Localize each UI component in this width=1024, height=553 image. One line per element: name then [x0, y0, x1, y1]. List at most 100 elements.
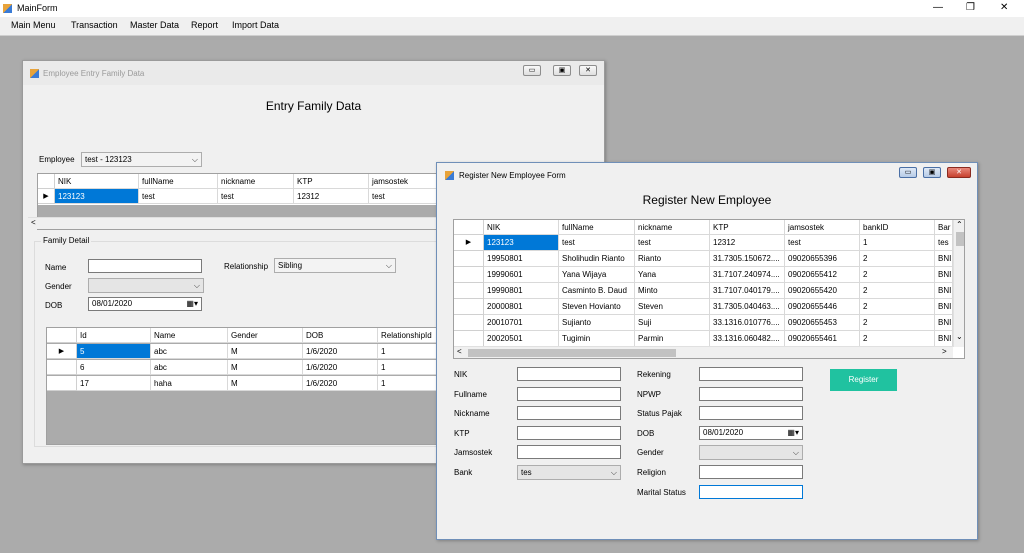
table-cell[interactable]: 12312 [710, 235, 785, 251]
table-cell[interactable]: 20000801 [484, 299, 559, 315]
table-cell[interactable]: 09020655453 [785, 315, 860, 331]
fullname-input[interactable] [517, 386, 621, 401]
window-maximize-button[interactable]: ▣ [923, 167, 941, 178]
table-cell[interactable]: 2 [860, 251, 935, 267]
table-cell[interactable]: 2 [860, 315, 935, 331]
gender-select[interactable]: ⌵ [88, 278, 204, 293]
name-input[interactable] [88, 259, 202, 273]
col-header[interactable]: KTP [710, 220, 785, 235]
table-cell[interactable]: Suji [635, 315, 710, 331]
table-cell[interactable]: M [228, 376, 303, 391]
table-cell[interactable]: 6 [77, 360, 151, 375]
npwp-input[interactable] [699, 386, 803, 401]
table-cell[interactable]: 5 [77, 344, 151, 359]
table-cell[interactable]: M [228, 344, 303, 359]
col-header[interactable]: fullName [139, 174, 218, 189]
col-header[interactable]: Gender [228, 328, 303, 343]
table-cell[interactable]: Tugimin [559, 331, 635, 347]
table-cell[interactable]: Casminto B. Daud [559, 283, 635, 299]
table-cell[interactable]: Sholihudin Rianto [559, 251, 635, 267]
horizontal-scrollbar[interactable]: < [28, 217, 438, 229]
table-cell[interactable]: 1/6/2020 [303, 376, 378, 391]
rekening-input[interactable] [699, 367, 803, 381]
table-cell[interactable]: BNI [935, 315, 953, 331]
table-cell[interactable]: 1 [860, 235, 935, 251]
col-header[interactable]: Name [151, 328, 228, 343]
table-cell[interactable]: 2 [860, 299, 935, 315]
col-header[interactable]: KTP [294, 174, 369, 189]
table-cell[interactable]: BNI [935, 299, 953, 315]
religion-input[interactable] [699, 465, 803, 479]
table-cell[interactable]: 20010701 [484, 315, 559, 331]
table-cell[interactable]: Yana [635, 267, 710, 283]
window-close-button[interactable]: ✕ [947, 167, 971, 178]
table-cell[interactable]: 31.7305.150672.... [710, 251, 785, 267]
table-cell[interactable]: BNI [935, 331, 953, 347]
window-minimize-button[interactable]: ▭ [899, 167, 917, 178]
chevron-down-icon[interactable]: ⌄ [956, 332, 963, 341]
dob-picker[interactable]: 08/01/2020 ▦▾ [88, 297, 202, 311]
table-cell[interactable]: test [785, 235, 860, 251]
table-cell[interactable]: Sujianto [559, 315, 635, 331]
table-cell[interactable]: 19990801 [484, 283, 559, 299]
window-close-button[interactable]: ✕ [579, 65, 597, 76]
table-cell[interactable]: Rianto [635, 251, 710, 267]
col-header[interactable]: nickname [635, 220, 710, 235]
maximize-icon[interactable]: ❐ [966, 2, 975, 13]
menu-main-menu[interactable]: Main Menu [11, 20, 56, 30]
menu-report[interactable]: Report [191, 20, 218, 30]
close-icon[interactable]: ✕ [1000, 2, 1008, 13]
dob-picker[interactable]: 08/01/2020 ▦▾ [699, 425, 803, 440]
table-cell[interactable]: abc [151, 344, 228, 359]
col-header[interactable]: bankID [860, 220, 935, 235]
table-cell[interactable]: 1/6/2020 [303, 344, 378, 359]
col-header[interactable]: nickname [218, 174, 294, 189]
calendar-icon[interactable]: ▦▾ [787, 427, 799, 439]
menu-transaction[interactable]: Transaction [71, 20, 118, 30]
nickname-input[interactable] [517, 406, 621, 421]
table-cell[interactable]: 09020655412 [785, 267, 860, 283]
calendar-icon[interactable]: ▦▾ [186, 298, 198, 310]
table-cell[interactable]: test [559, 235, 635, 251]
table-cell[interactable]: test [139, 189, 218, 204]
table-cell[interactable]: 09020655446 [785, 299, 860, 315]
table-cell[interactable]: 2 [860, 331, 935, 347]
table-cell[interactable]: test [218, 189, 294, 204]
table-cell[interactable]: BNI [935, 251, 953, 267]
col-header[interactable]: NIK [55, 174, 139, 189]
scroll-thumb[interactable] [956, 232, 964, 246]
col-header[interactable]: Bar [935, 220, 953, 235]
status-pajak-input[interactable] [699, 406, 803, 421]
table-cell[interactable]: Steven Hovianto [559, 299, 635, 315]
chevron-left-icon[interactable]: < [457, 347, 462, 356]
bank-select[interactable]: tes ⌵ [517, 465, 621, 480]
relationship-select[interactable]: Sibling ⌵ [274, 258, 396, 273]
chevron-right-icon[interactable]: > [942, 347, 947, 356]
table-cell[interactable]: 31.7305.040463.... [710, 299, 785, 315]
scroll-thumb[interactable] [468, 349, 676, 357]
col-header[interactable]: Id [77, 328, 151, 343]
table-cell[interactable]: test [635, 235, 710, 251]
table-cell[interactable]: Minto [635, 283, 710, 299]
table-cell[interactable]: 31.7107.240974.... [710, 267, 785, 283]
table-cell[interactable]: 09020655461 [785, 331, 860, 347]
minimize-icon[interactable]: — [933, 2, 943, 13]
table-cell[interactable]: 2 [860, 267, 935, 283]
table-cell[interactable]: BNI [935, 283, 953, 299]
table-cell[interactable]: M [228, 360, 303, 375]
table-cell[interactable]: 17 [77, 376, 151, 391]
table-cell[interactable]: abc [151, 360, 228, 375]
table-cell[interactable]: 123123 [484, 235, 559, 251]
table-cell[interactable]: 19950801 [484, 251, 559, 267]
table-cell[interactable]: 1/6/2020 [303, 360, 378, 375]
table-cell[interactable]: Steven [635, 299, 710, 315]
window-maximize-button[interactable]: ▣ [553, 65, 571, 76]
horizontal-scrollbar[interactable]: < > [454, 346, 953, 358]
table-cell[interactable]: 123123 [55, 189, 139, 204]
window-minimize-button[interactable]: ▭ [523, 65, 541, 76]
menu-master-data[interactable]: Master Data [130, 20, 179, 30]
vertical-scrollbar[interactable]: ⌃ ⌄ [953, 220, 964, 347]
col-header[interactable]: DOB [303, 328, 378, 343]
table-cell[interactable]: 09020655396 [785, 251, 860, 267]
table-cell[interactable]: 33.1316.060482.... [710, 331, 785, 347]
